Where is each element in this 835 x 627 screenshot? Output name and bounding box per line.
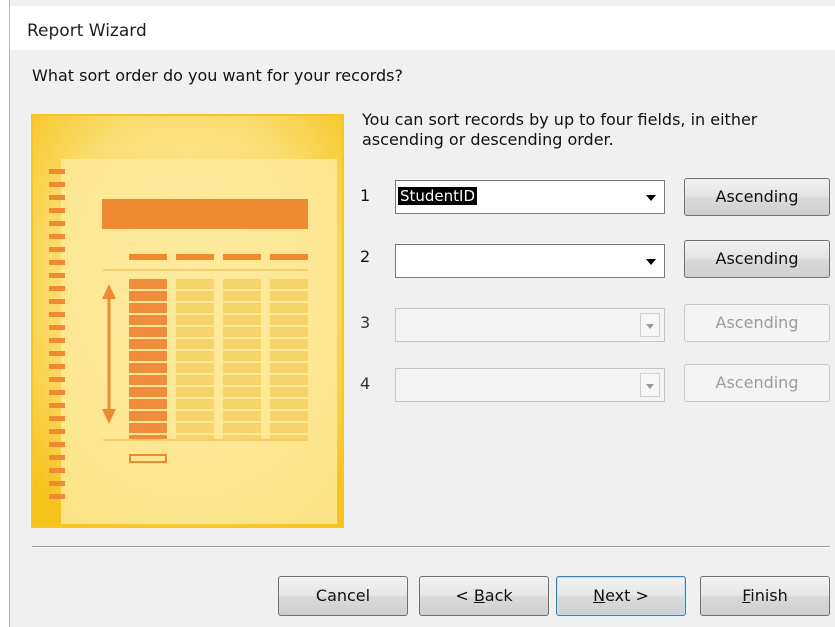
chevron-down-icon <box>640 373 660 397</box>
sort-field-4-combo <box>395 368 665 402</box>
report-title-bar <box>102 199 308 229</box>
sort-description: You can sort records by up to four field… <box>362 110 758 149</box>
sort-row-2-number: 2 <box>360 247 371 266</box>
finish-rest: inish <box>750 586 788 605</box>
cancel-button[interactable]: Cancel <box>278 576 408 616</box>
sort-row-3-number: 3 <box>360 313 371 332</box>
report-illustration <box>31 114 344 528</box>
sort-field-3-combo <box>395 308 665 342</box>
dialog-title: Report Wizard <box>27 21 147 41</box>
sort-row-4-number: 4 <box>360 374 371 393</box>
next-mnemonic: N <box>593 586 606 605</box>
report-wizard-dialog: Report Wizard What sort order do you wan… <box>10 0 835 627</box>
sort-field-1-combo[interactable]: StudentID <box>395 180 665 214</box>
back-button[interactable]: < Back <box>419 576 549 616</box>
wizard-question: What sort order do you want for your rec… <box>32 66 403 85</box>
chevron-down-icon[interactable] <box>646 259 656 265</box>
next-button[interactable]: Next > <box>556 576 686 616</box>
next-rest: ext > <box>605 586 649 605</box>
sort-field-1-value: StudentID <box>398 187 478 205</box>
chevron-down-icon <box>640 313 660 337</box>
sort-row-1-number: 1 <box>360 186 371 205</box>
back-mnemonic: B <box>473 586 485 605</box>
finish-button[interactable]: Finish <box>700 576 830 616</box>
title-bar: Report Wizard <box>10 6 835 50</box>
back-prefix: < <box>455 586 474 605</box>
back-rest: ack <box>484 586 513 605</box>
left-window-edge <box>0 0 10 627</box>
chevron-down-icon[interactable] <box>646 195 656 201</box>
sort-order-3-button: Ascending <box>684 304 830 342</box>
sort-field-2-combo[interactable] <box>395 244 665 278</box>
sort-order-2-button[interactable]: Ascending <box>684 240 830 278</box>
sort-order-4-button: Ascending <box>684 364 830 402</box>
button-separator <box>32 546 830 548</box>
sort-order-1-button[interactable]: Ascending <box>684 178 830 216</box>
